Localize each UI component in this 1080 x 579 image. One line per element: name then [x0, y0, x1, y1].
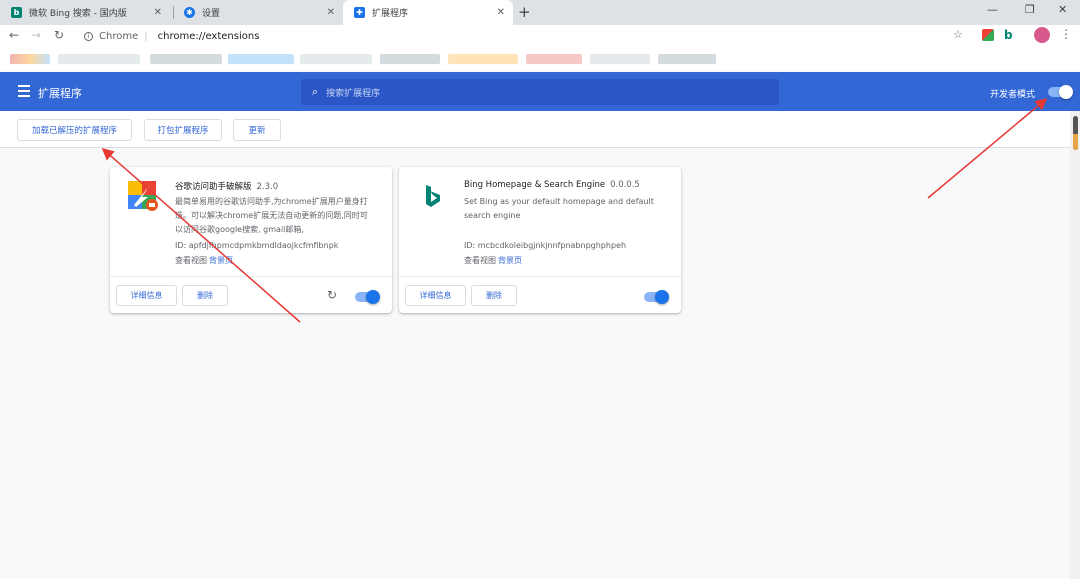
minimize-icon[interactable]: — — [987, 3, 998, 16]
reload-icon[interactable]: ↻ — [54, 28, 64, 42]
remove-button[interactable]: 删除 — [471, 285, 517, 306]
bookmark-item[interactable] — [590, 54, 650, 64]
close-icon[interactable]: ✕ — [327, 7, 335, 18]
extension-description: Set Bing as your default homepage and de… — [464, 197, 654, 220]
tab-bing[interactable]: b 微软 Bing 搜索 - 国内版 ✕ — [0, 0, 170, 25]
bing-logo-icon — [426, 185, 440, 207]
tab-extensions-title: 扩展程序 — [372, 9, 409, 19]
extension-name: 谷歌访问助手破解版 2.3.0 — [175, 180, 278, 192]
menu-dots-icon[interactable]: ⋮ — [1060, 27, 1072, 41]
details-button[interactable]: 详细信息 — [116, 285, 177, 306]
bookmark-item[interactable] — [150, 54, 222, 64]
scrollbar[interactable] — [1070, 111, 1080, 579]
search-input[interactable]: ⌕ 搜索扩展程序 — [301, 79, 779, 105]
extension-card: 谷歌访问助手破解版 2.3.0 最简单易用的谷歌访问助手,为chrome扩展用户量… — [110, 167, 392, 313]
load-unpacked-button[interactable]: 加载已解压的扩展程序 — [17, 119, 132, 141]
address-bar[interactable]: i Chrome | chrome://extensions — [79, 26, 974, 46]
inspect-views: 查看视图 背景页 — [175, 255, 233, 266]
window-close-icon[interactable]: ✕ — [1058, 3, 1067, 16]
bing-extension-icon[interactable]: b — [1004, 29, 1016, 41]
close-icon[interactable]: ✕ — [497, 7, 505, 18]
toggle-knob — [1059, 85, 1073, 99]
inspect-views: 查看视图 背景页 — [464, 255, 522, 266]
dev-toolbar: 加载已解压的扩展程序 打包扩展程序 更新 — [0, 111, 1070, 148]
extension-version: 2.3.0 — [256, 182, 279, 192]
scrollbar-thumb-accent — [1073, 134, 1078, 150]
dev-mode-label: 开发者模式 — [990, 90, 1036, 100]
inspect-views-label: 查看视图 — [464, 256, 496, 265]
extension-card: Bing Homepage & Search Engine 0.0.0.5 Set… — [399, 167, 681, 313]
extension-id: ID: mcbcdkoleibgjnkjnnfpnabnpghphpeh — [464, 241, 627, 250]
extension-enable-toggle[interactable] — [644, 290, 669, 304]
remove-button[interactable]: 删除 — [182, 285, 228, 306]
bookmark-item[interactable] — [526, 54, 582, 64]
google-helper-logo-icon — [128, 181, 158, 211]
page-title: 扩展程序 — [38, 87, 82, 100]
bookmark-item[interactable] — [380, 54, 440, 64]
search-placeholder: 搜索扩展程序 — [326, 88, 381, 99]
bookmark-item[interactable] — [658, 54, 716, 64]
close-icon[interactable]: ✕ — [154, 7, 162, 18]
address-scheme-label: Chrome — [99, 30, 139, 42]
bing-icon: b — [11, 7, 22, 18]
extensions-header: 扩展程序 ⌕ 搜索扩展程序 开发者模式 — [0, 72, 1080, 111]
avatar[interactable] — [1034, 27, 1050, 43]
background-page-link[interactable]: 背景页 — [209, 256, 233, 265]
bookmark-item[interactable] — [448, 54, 518, 64]
details-button[interactable]: 详细信息 — [405, 285, 466, 306]
tab-settings-title: 设置 — [202, 9, 221, 19]
inspect-views-label: 查看视图 — [175, 256, 207, 265]
search-icon: ⌕ — [312, 85, 319, 98]
puzzle-icon: ✚ — [354, 7, 365, 18]
new-tab-button[interactable]: + — [518, 3, 531, 21]
site-info-icon[interactable]: i — [84, 31, 93, 41]
hamburger-menu-icon[interactable] — [18, 85, 30, 100]
toggle-knob — [366, 290, 380, 304]
bookmark-star-icon[interactable]: ☆ — [953, 28, 963, 41]
bookmarks-bar — [0, 47, 1080, 70]
update-button[interactable]: 更新 — [233, 119, 281, 141]
address-url: chrome://extensions — [157, 30, 260, 42]
tab-bing-title: 微软 Bing 搜索 - 国内版 — [29, 9, 127, 19]
back-arrow-icon[interactable]: ← — [9, 28, 19, 42]
extension-name-text: 谷歌访问助手破解版 — [175, 182, 252, 192]
google-helper-extension-icon[interactable] — [982, 29, 994, 41]
dev-mode-toggle[interactable] — [1048, 85, 1073, 99]
bookmark-item[interactable] — [10, 54, 50, 64]
extension-description: 最简单易用的谷歌访问助手,为chrome扩展用户量身打造。可以解决chrome扩… — [175, 197, 368, 234]
address-separator: | — [144, 30, 148, 42]
browser-toolbar: ← → ↻ i Chrome | chrome://extensions ☆ b… — [0, 25, 1080, 47]
extension-name-text: Bing Homepage & Search Engine — [464, 180, 606, 190]
card-divider — [110, 276, 392, 277]
card-divider — [399, 276, 681, 277]
extension-enable-toggle[interactable] — [355, 290, 380, 304]
tab-settings[interactable]: ✱ 设置 ✕ — [173, 0, 343, 25]
extension-version: 0.0.0.5 — [610, 180, 640, 190]
bookmark-item[interactable] — [58, 54, 140, 64]
settings-gear-icon: ✱ — [184, 7, 195, 18]
bookmark-item[interactable] — [300, 54, 372, 64]
bookmark-item[interactable] — [228, 54, 294, 64]
tab-strip: b 微软 Bing 搜索 - 国内版 ✕ ✱ 设置 ✕ ✚ 扩展程序 ✕ + —… — [0, 0, 1080, 25]
background-page-link[interactable]: 背景页 — [498, 256, 522, 265]
reload-extension-icon[interactable]: ↻ — [327, 288, 337, 302]
forward-arrow-icon[interactable]: → — [31, 28, 41, 42]
extension-id: ID: apfdjfhpmcdpmkbmdldaojkcfmfibnpk — [175, 241, 339, 250]
extension-name: Bing Homepage & Search Engine 0.0.0.5 — [464, 180, 640, 190]
pack-extension-button[interactable]: 打包扩展程序 — [144, 119, 222, 141]
tab-extensions[interactable]: ✚ 扩展程序 ✕ — [343, 0, 513, 25]
restore-icon[interactable]: ❐ — [1025, 3, 1035, 16]
toggle-knob — [655, 290, 669, 304]
